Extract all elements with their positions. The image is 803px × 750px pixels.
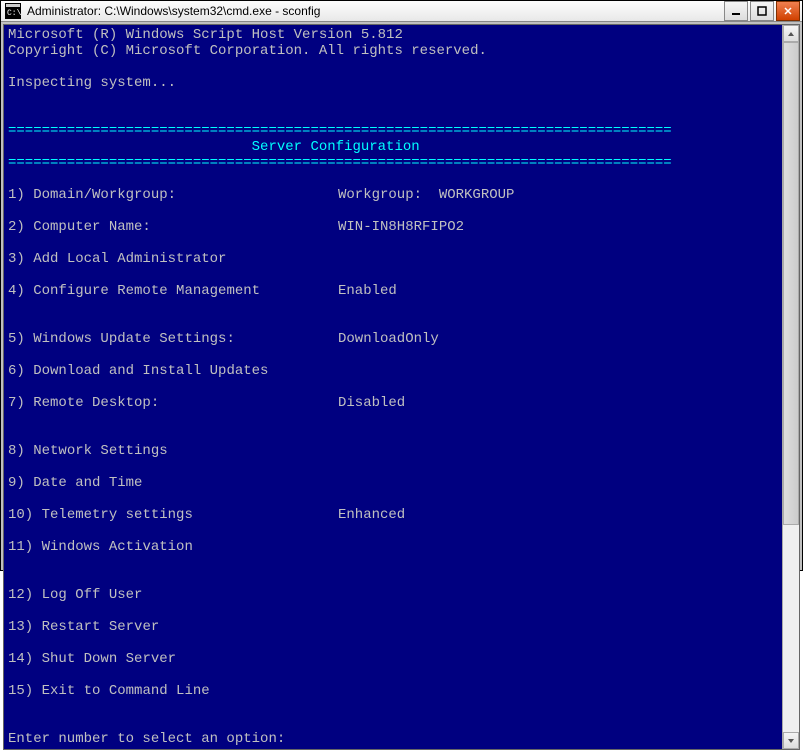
section-title: Server Configuration xyxy=(8,139,420,155)
window-controls xyxy=(724,1,800,21)
svg-text:C:\: C:\ xyxy=(7,9,21,18)
minimize-button[interactable] xyxy=(724,1,748,21)
scroll-up-button[interactable] xyxy=(783,25,799,42)
divider-top: ========================================… xyxy=(8,123,672,139)
scroll-down-button[interactable] xyxy=(783,732,799,749)
vertical-scrollbar[interactable] xyxy=(782,25,799,749)
menu-item-12: 12) Log Off User xyxy=(8,587,778,603)
scroll-thumb[interactable] xyxy=(783,42,799,525)
menu-item-5: 5) Windows Update Settings:DownloadOnly xyxy=(8,331,778,347)
menu-item-4: 4) Configure Remote ManagementEnabled xyxy=(8,283,778,299)
menu-item-8: 8) Network Settings xyxy=(8,443,778,459)
inspecting-line: Inspecting system... xyxy=(8,75,176,91)
cmd-icon: C:\ xyxy=(5,3,21,19)
titlebar[interactable]: C:\ Administrator: C:\Windows\system32\c… xyxy=(1,1,802,22)
menu-item-3: 3) Add Local Administrator xyxy=(8,251,778,267)
header-line1: Microsoft (R) Windows Script Host Versio… xyxy=(8,27,403,43)
menu-item-14: 14) Shut Down Server xyxy=(8,651,778,667)
menu-item-11: 11) Windows Activation xyxy=(8,539,778,555)
menu-item-1: 1) Domain/Workgroup:Workgroup: WORKGROUP xyxy=(8,187,778,203)
header-line2: Copyright (C) Microsoft Corporation. All… xyxy=(8,43,487,59)
prompt-line: Enter number to select an option: xyxy=(8,731,294,747)
menu-item-2: 2) Computer Name:WIN-IN8H8RFIPO2 xyxy=(8,219,778,235)
menu-item-7: 7) Remote Desktop:Disabled xyxy=(8,395,778,411)
menu-item-9: 9) Date and Time xyxy=(8,475,778,491)
menu-item-10: 10) Telemetry settingsEnhanced xyxy=(8,507,778,523)
console-output[interactable]: Microsoft (R) Windows Script Host Versio… xyxy=(4,25,782,749)
client-area: Microsoft (R) Windows Script Host Versio… xyxy=(3,24,800,750)
menu-item-15: 15) Exit to Command Line xyxy=(8,683,778,699)
window-title: Administrator: C:\Windows\system32\cmd.e… xyxy=(27,4,724,18)
cmd-window: C:\ Administrator: C:\Windows\system32\c… xyxy=(0,0,803,571)
maximize-button[interactable] xyxy=(750,1,774,21)
divider-bottom: ========================================… xyxy=(8,155,672,171)
scroll-track[interactable] xyxy=(783,42,799,732)
menu-item-13: 13) Restart Server xyxy=(8,619,778,635)
close-button[interactable] xyxy=(776,1,800,21)
menu-item-6: 6) Download and Install Updates xyxy=(8,363,778,379)
